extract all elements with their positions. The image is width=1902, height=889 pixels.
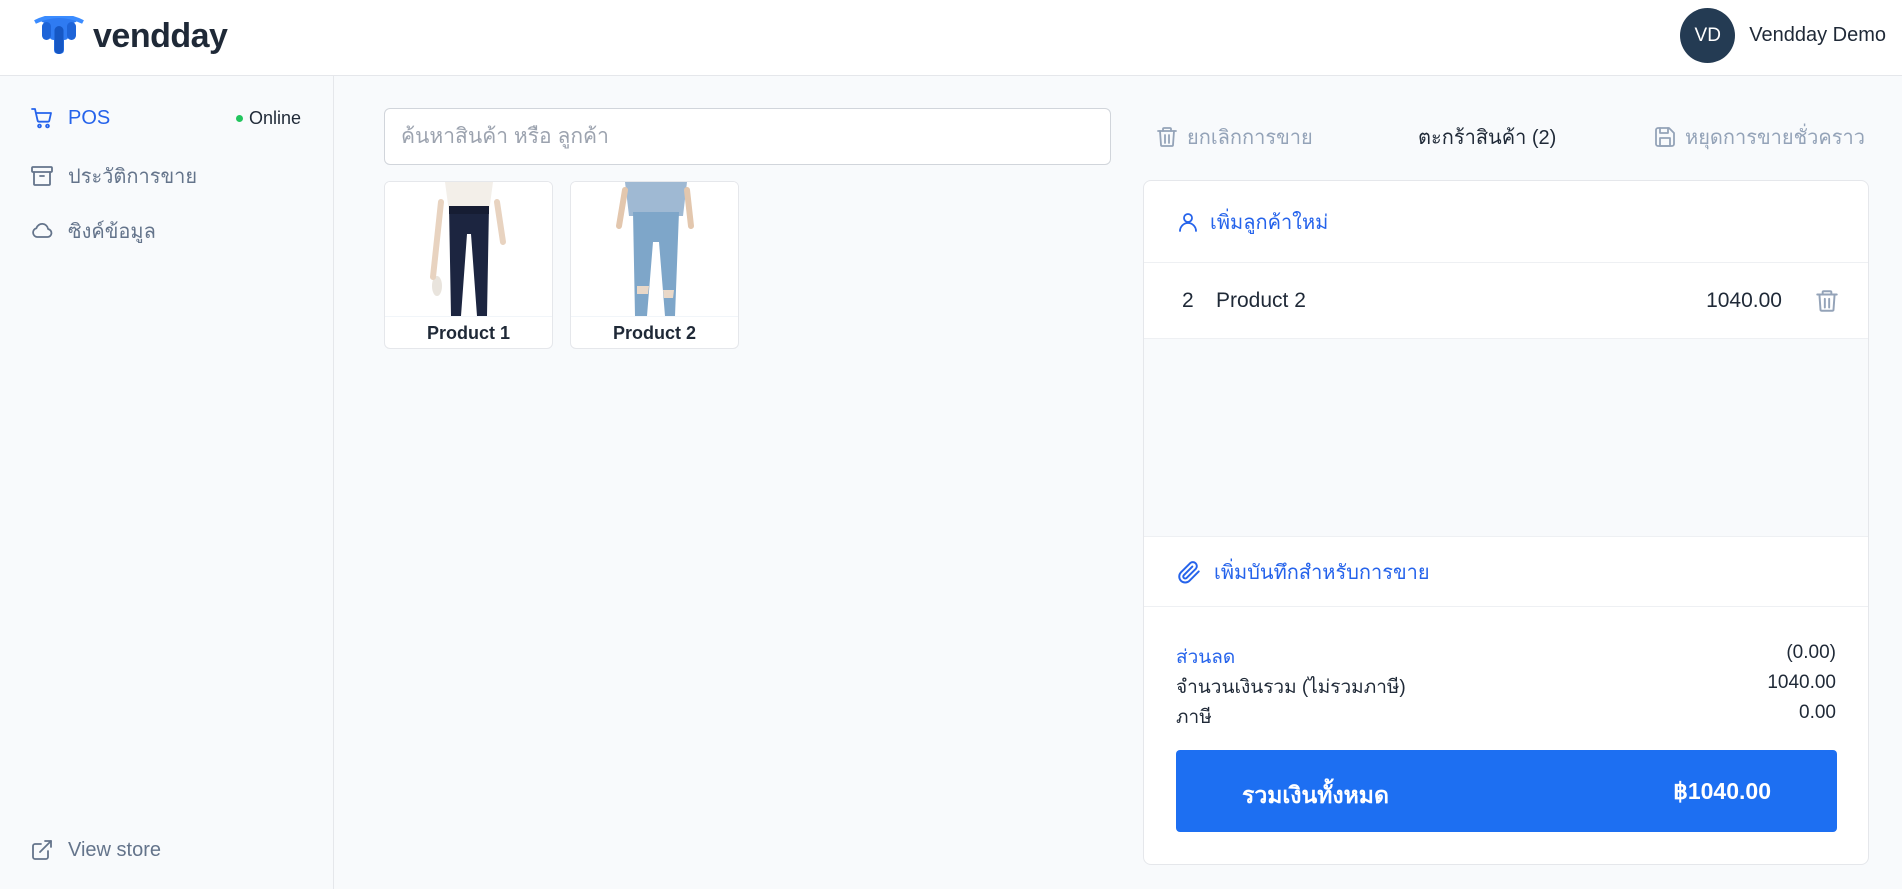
subtotal-label: จำนวนเงินรวม (ไม่รวมภาษี) <box>1176 677 1406 698</box>
jeans-dark-image <box>385 182 552 316</box>
user-icon <box>1179 212 1197 232</box>
cart-title: ตะกร้าสินค้า (2) <box>1418 127 1557 149</box>
vendday-logo-icon <box>34 16 84 54</box>
add-customer-button[interactable]: เพิ่มลูกค้าใหม่ <box>1144 181 1868 263</box>
item-price: 1040.00 <box>1706 288 1782 312</box>
sidebar-item-pos[interactable]: POS <box>30 106 110 130</box>
tax-row: ภาษี 0.00 <box>1176 702 1836 732</box>
sidebar-item-label: POS <box>68 106 111 129</box>
add-note-label: เพิ่มบันทึกสำหรับการขาย <box>1214 561 1430 584</box>
item-name: Product 2 <box>1216 288 1306 312</box>
tax-value: 0.00 <box>1799 702 1836 723</box>
total-value: ฿1040.00 <box>1673 778 1771 804</box>
discount-link[interactable]: ส่วนลด <box>1176 642 1235 672</box>
cancel-sale-label: ยกเลิกการขาย <box>1187 127 1313 149</box>
park-sale-label: หยุดการขายชั่วคราว <box>1685 127 1865 149</box>
cart-toolbar: ยกเลิกการขาย ตะกร้าสินค้า (2) หยุดการขาย… <box>1143 112 1869 162</box>
product-card[interactable]: Product 2 <box>570 181 739 349</box>
status-text: Online <box>248 108 301 128</box>
archive-icon <box>31 166 53 186</box>
cart-empty-area <box>1144 339 1868 537</box>
sidebar-item-sales-history[interactable]: ประวัติการขาย <box>30 160 197 192</box>
subtotal-row: จำนวนเงินรวม (ไม่รวมภาษี) 1040.00 <box>1176 672 1836 702</box>
external-link-icon <box>32 840 52 860</box>
product-image <box>571 182 738 316</box>
add-note-button[interactable]: เพิ่มบันทึกสำหรับการขาย <box>1144 537 1868 607</box>
jeans-light-image <box>571 182 738 316</box>
online-status: Online <box>235 108 301 129</box>
paperclip-icon <box>1178 560 1200 583</box>
cart-line-item[interactable]: 2 Product 2 1040.00 <box>1144 263 1868 339</box>
cart-panel: เพิ่มลูกค้าใหม่ 2 Product 2 1040.00 เพิ่… <box>1143 180 1869 865</box>
sidebar-item-label: ประวัติการขาย <box>68 166 198 188</box>
subtotal-value: 1040.00 <box>1767 672 1836 693</box>
search-input[interactable] <box>384 108 1111 165</box>
online-dot-icon <box>235 115 243 122</box>
sidebar-item-label: ซิงค์ข้อมูล <box>68 221 156 243</box>
item-quantity[interactable]: 2 <box>1182 289 1194 313</box>
trash-icon <box>1157 127 1177 147</box>
sidebar-item-sync[interactable]: ซิงค์ข้อมูล <box>30 215 156 247</box>
sidebar: POS Online ประวัติการขาย ซิงค์ข้อมูล Vie… <box>0 76 334 889</box>
product-name: Product 2 <box>571 316 738 348</box>
park-sale-button[interactable]: หยุดการขายชั่วคราว <box>1653 112 1865 162</box>
cloud-icon <box>32 223 53 238</box>
view-store-label: View store <box>68 838 162 861</box>
discount-row: ส่วนลด (0.00) <box>1176 642 1836 672</box>
vendday-logo[interactable]: vendday <box>33 16 228 56</box>
product-image <box>385 182 552 316</box>
cart-icon <box>31 108 52 129</box>
cancel-sale-button[interactable]: ยกเลิกการขาย <box>1155 112 1313 162</box>
product-card[interactable]: Product 1 <box>384 181 553 349</box>
view-store-link[interactable]: View store <box>30 838 161 862</box>
product-name: Product 1 <box>385 316 552 348</box>
logo-text: vendday <box>93 16 228 55</box>
user-menu[interactable]: VD Vendday Demo <box>1680 8 1886 63</box>
discount-value: (0.00) <box>1786 642 1836 663</box>
top-header: vendday VD Vendday Demo <box>0 0 1902 76</box>
add-customer-label: เพิ่มลูกค้าใหม่ <box>1210 211 1329 234</box>
remove-item-icon[interactable] <box>1814 288 1840 314</box>
pay-total-button[interactable]: รวมเงินทั้งหมด ฿1040.00 <box>1176 750 1837 832</box>
save-icon <box>1655 127 1675 147</box>
tax-label: ภาษี <box>1176 707 1212 728</box>
avatar[interactable]: VD <box>1680 8 1736 63</box>
user-name[interactable]: Vendday Demo <box>1749 24 1886 47</box>
total-label: รวมเงินทั้งหมด <box>1242 782 1389 808</box>
